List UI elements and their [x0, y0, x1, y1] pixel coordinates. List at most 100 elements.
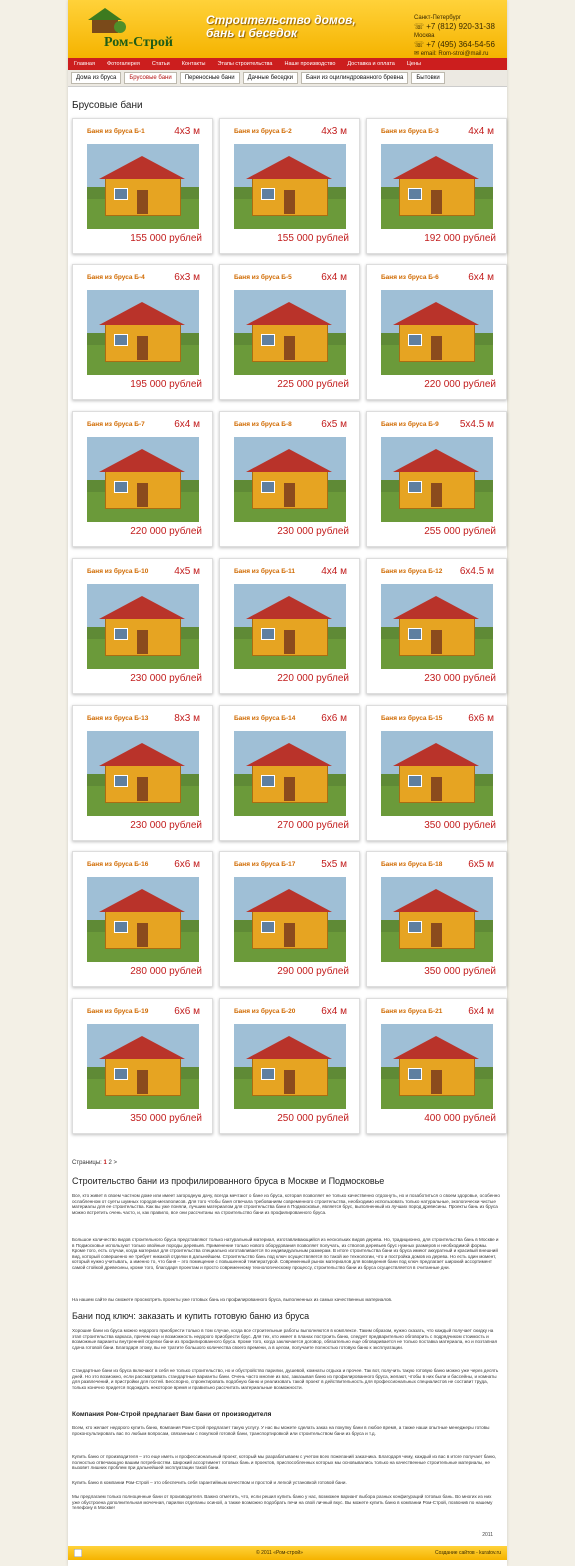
- page-title: Брусовые бани: [72, 100, 143, 111]
- product-card[interactable]: Баня из бруса Б-1 4x3 м 155 000 рублей: [72, 118, 213, 254]
- product-photo[interactable]: [87, 1024, 199, 1109]
- product-name[interactable]: Баня из бруса Б-21: [381, 1008, 442, 1015]
- product-card[interactable]: Баня из бруса Б-16 6x6 м 280 000 рублей: [72, 851, 213, 987]
- product-name[interactable]: Баня из бруса Б-2: [234, 128, 292, 135]
- product-card[interactable]: Баня из бруса Б-9 5x4.5 м 255 000 рублей: [366, 411, 507, 547]
- product-photo[interactable]: [234, 877, 346, 962]
- product-name[interactable]: Баня из бруса Б-9: [381, 421, 439, 428]
- product-photo[interactable]: [381, 1024, 493, 1109]
- product-name[interactable]: Баня из бруса Б-4: [87, 274, 145, 281]
- product-name[interactable]: Баня из бруса Б-14: [234, 715, 295, 722]
- category-houses[interactable]: Дома из бруса: [71, 72, 122, 84]
- site-header: Ром-Строй Строительство домов, бань и бе…: [68, 0, 507, 58]
- product-name[interactable]: Баня из бруса Б-8: [234, 421, 292, 428]
- product-photo[interactable]: [381, 290, 493, 375]
- product-name[interactable]: Баня из бруса Б-16: [87, 861, 148, 868]
- product-photo[interactable]: [234, 1024, 346, 1109]
- product-name[interactable]: Баня из бруса Б-3: [381, 128, 439, 135]
- product-photo[interactable]: [87, 144, 199, 229]
- product-name[interactable]: Баня из бруса Б-10: [87, 568, 148, 575]
- product-name[interactable]: Баня из бруса Б-5: [234, 274, 292, 281]
- product-card[interactable]: Баня из бруса Б-6 6x4 м 220 000 рублей: [366, 264, 507, 400]
- product-card[interactable]: Баня из бруса Б-20 6x4 м 250 000 рублей: [219, 998, 360, 1134]
- product-name[interactable]: Баня из бруса Б-15: [381, 715, 442, 722]
- product-photo[interactable]: [381, 877, 493, 962]
- article-paragraph-4: Хорошие бани из бруса можно недорого при…: [72, 1328, 497, 1350]
- product-name[interactable]: Баня из бруса Б-17: [234, 861, 295, 868]
- category-cabins[interactable]: Бытовки: [411, 72, 445, 84]
- product-card[interactable]: Баня из бруса Б-11 4x4 м 220 000 рублей: [219, 558, 360, 694]
- footer-developer-link[interactable]: Создание сайтов - kuratov.ru: [435, 1550, 501, 1556]
- product-card[interactable]: Баня из бруса Б-18 6x5 м 350 000 рублей: [366, 851, 507, 987]
- product-name[interactable]: Баня из бруса Б-13: [87, 715, 148, 722]
- photo-roof: [99, 596, 185, 619]
- menu-item-delivery[interactable]: Доставка и оплата: [341, 61, 400, 67]
- product-photo[interactable]: [381, 584, 493, 669]
- pager-next[interactable]: 2: [109, 1160, 112, 1166]
- product-card[interactable]: Баня из бруса Б-14 6x6 м 270 000 рублей: [219, 705, 360, 841]
- product-name[interactable]: Баня из бруса Б-19: [87, 1008, 148, 1015]
- product-photo[interactable]: [381, 437, 493, 522]
- menu-item-articles[interactable]: Статьи: [146, 61, 176, 67]
- menu-item-prices[interactable]: Цены: [401, 61, 427, 67]
- photo-door: [431, 630, 442, 654]
- photo-roof: [99, 156, 185, 179]
- product-photo[interactable]: [234, 437, 346, 522]
- product-card[interactable]: Баня из бруса Б-12 6x4.5 м 230 000 рублей: [366, 558, 507, 694]
- product-photo[interactable]: [87, 731, 199, 816]
- product-photo[interactable]: [87, 290, 199, 375]
- product-card[interactable]: Баня из бруса Б-10 4x5 м 230 000 рублей: [72, 558, 213, 694]
- product-card[interactable]: Баня из бруса Б-8 6x5 м 230 000 рублей: [219, 411, 360, 547]
- product-name[interactable]: Баня из бруса Б-6: [381, 274, 439, 281]
- product-card[interactable]: Баня из бруса Б-4 6x3 м 195 000 рублей: [72, 264, 213, 400]
- product-card[interactable]: Баня из бруса Б-3 4x4 м 192 000 рублей: [366, 118, 507, 254]
- menu-item-production[interactable]: Наше производство: [278, 61, 341, 67]
- product-card[interactable]: Баня из бруса Б-7 6x4 м 220 000 рублей: [72, 411, 213, 547]
- photo-window: [114, 921, 128, 933]
- menu-item-stages[interactable]: Этапы строительства: [211, 61, 278, 67]
- category-log-saunas[interactable]: Бани из оцилиндрованного бревна: [301, 72, 409, 84]
- pager-arrow[interactable]: >: [114, 1160, 118, 1166]
- product-card[interactable]: Баня из бруса Б-19 6x6 м 350 000 рублей: [72, 998, 213, 1134]
- product-photo[interactable]: [87, 877, 199, 962]
- category-gazebos[interactable]: Дачные беседки: [242, 72, 299, 84]
- product-photo[interactable]: [381, 731, 493, 816]
- photo-door: [284, 190, 295, 214]
- product-photo[interactable]: [234, 731, 346, 816]
- category-timber-saunas[interactable]: Брусовые бани: [124, 72, 177, 84]
- product-price: 400 000 рублей: [424, 1113, 496, 1124]
- product-photo[interactable]: [87, 437, 199, 522]
- product-name[interactable]: Баня из бруса Б-20: [234, 1008, 295, 1015]
- product-size: 6x4 м: [174, 419, 200, 430]
- logo-name: Ром-Строй: [104, 35, 173, 50]
- photo-door: [137, 777, 148, 801]
- product-card[interactable]: Баня из бруса Б-2 4x3 м 155 000 рублей: [219, 118, 360, 254]
- menu-item-home[interactable]: Главная: [68, 61, 101, 67]
- product-price: 350 000 рублей: [424, 820, 496, 831]
- logo[interactable]: Ром-Строй: [82, 5, 192, 53]
- top-menu: Главная Фотогалерея Статьи Контакты Этап…: [68, 58, 507, 70]
- product-name[interactable]: Баня из бруса Б-1: [87, 128, 145, 135]
- product-name[interactable]: Баня из бруса Б-11: [234, 568, 295, 575]
- counter-icon[interactable]: [74, 1549, 82, 1557]
- product-photo[interactable]: [87, 584, 199, 669]
- product-price: 230 000 рублей: [277, 526, 349, 537]
- product-photo[interactable]: [234, 144, 346, 229]
- product-photo[interactable]: [234, 584, 346, 669]
- pager-current: 1: [103, 1160, 107, 1166]
- product-card[interactable]: Баня из бруса Б-5 6x4 м 225 000 рублей: [219, 264, 360, 400]
- product-name[interactable]: Баня из бруса Б-7: [87, 421, 145, 428]
- product-name[interactable]: Баня из бруса Б-18: [381, 861, 442, 868]
- product-name[interactable]: Баня из бруса Б-12: [381, 568, 442, 575]
- menu-item-gallery[interactable]: Фотогалерея: [101, 61, 146, 67]
- category-portable-saunas[interactable]: Переносные бани: [179, 72, 240, 84]
- product-card[interactable]: Баня из бруса Б-17 5x5 м 290 000 рублей: [219, 851, 360, 987]
- product-card[interactable]: Баня из бруса Б-15 6x6 м 350 000 рублей: [366, 705, 507, 841]
- product-card[interactable]: Баня из бруса Б-21 6x4 м 400 000 рублей: [366, 998, 507, 1134]
- product-photo[interactable]: [381, 144, 493, 229]
- email-link[interactable]: ✉ email: Rom-stroi@mail.ru: [414, 50, 506, 58]
- product-photo[interactable]: [234, 290, 346, 375]
- menu-item-contacts[interactable]: Контакты: [176, 61, 212, 67]
- product-card[interactable]: Баня из бруса Б-13 8x3 м 230 000 рублей: [72, 705, 213, 841]
- photo-door: [284, 630, 295, 654]
